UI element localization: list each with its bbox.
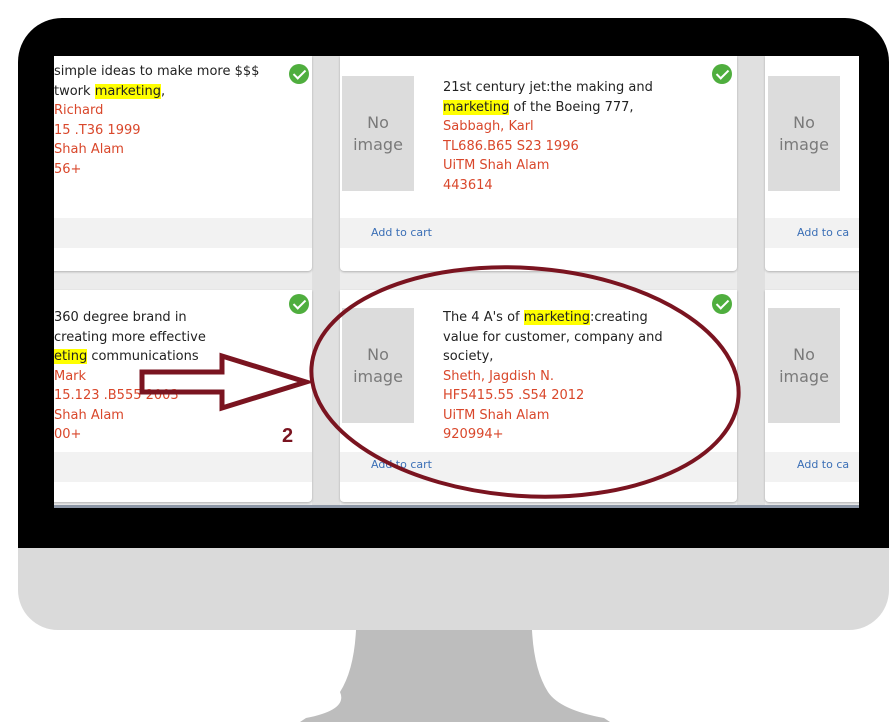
result-card: No image 21st century jet:the making and … <box>340 56 737 271</box>
step-number: 2 <box>282 425 294 447</box>
result-author: Richard <box>54 103 104 118</box>
check-circle-icon <box>289 64 309 84</box>
result-card: No image Add to ca <box>765 290 859 502</box>
check-circle-icon <box>712 64 732 84</box>
column-gutter <box>737 56 765 508</box>
no-image-placeholder: No image <box>768 76 840 191</box>
screen-bottom-edge <box>54 505 859 508</box>
result-info: 21st century jet:the making and marketin… <box>443 78 653 195</box>
result-info: 360 degree brand in creating more effect… <box>54 308 206 445</box>
result-author: Sheth, Jagdish N. <box>443 368 555 384</box>
no-image-placeholder: No image <box>342 76 414 191</box>
screen: simple ideas to make more $$$ twork mark… <box>54 56 859 508</box>
add-to-cart-link[interactable]: Add to cart <box>371 458 432 471</box>
add-to-cart-link[interactable]: Add to ca <box>797 226 849 239</box>
result-title[interactable]: The 4 A's of marketing:creating value fo… <box>443 308 663 367</box>
result-card: simple ideas to make more $$$ twork mark… <box>54 56 312 271</box>
result-call-number: HF5415.55 .S54 2012 <box>443 388 585 403</box>
result-call-number: 15.123 .B555 2003 <box>54 388 179 403</box>
result-card: No image Add to ca <box>765 56 859 271</box>
add-to-cart-link[interactable]: Add to ca <box>797 458 849 471</box>
result-card: No image The 4 A's of marketing:creating … <box>340 290 737 502</box>
result-library: UiTM Shah Alam <box>443 407 550 423</box>
result-barcode: 56+ <box>54 161 82 177</box>
result-author: Mark <box>54 368 87 384</box>
result-title[interactable]: simple ideas to make more $$$ twork mark… <box>54 62 259 101</box>
result-library: Shah Alam <box>54 407 124 423</box>
monitor-stand <box>300 630 610 722</box>
column-gutter <box>312 56 340 508</box>
result-title[interactable]: 21st century jet:the making and marketin… <box>443 78 653 117</box>
result-call-number: 15 .T36 1999 <box>54 122 141 138</box>
add-to-cart-link[interactable]: Add to cart <box>371 226 432 239</box>
result-footer <box>54 218 312 248</box>
result-barcode: 00+ <box>54 427 82 442</box>
result-footer <box>54 452 312 482</box>
result-library: Shah Alam <box>54 142 124 157</box>
result-library: UiTM Shah Alam <box>443 158 550 173</box>
no-image-placeholder: No image <box>768 308 840 423</box>
result-info: The 4 A's of marketing:creating value fo… <box>443 308 663 445</box>
result-barcode: 443614 <box>443 177 493 193</box>
result-info: simple ideas to make more $$$ twork mark… <box>54 62 259 179</box>
result-author: Sabbagh, Karl <box>443 119 534 134</box>
result-call-number: TL686.B65 S23 1996 <box>443 138 579 154</box>
monitor-chin <box>18 548 889 630</box>
result-card: 360 degree brand in creating more effect… <box>54 290 312 502</box>
check-circle-icon <box>712 294 732 314</box>
no-image-placeholder: No image <box>342 308 414 423</box>
result-barcode: 920994+ <box>443 427 504 442</box>
result-title[interactable]: 360 degree brand in creating more effect… <box>54 308 206 367</box>
check-circle-icon <box>289 294 309 314</box>
